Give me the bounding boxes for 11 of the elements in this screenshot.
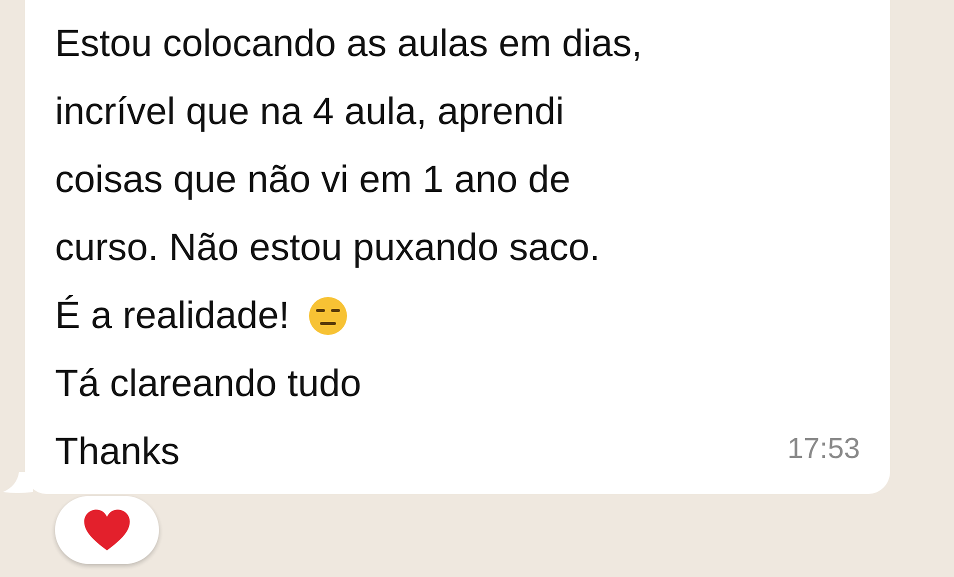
message-text: Tá clareando tudo — [55, 362, 362, 407]
message-text: curso. Não estou puxando saco. — [55, 226, 600, 271]
reaction-pill[interactable] — [55, 496, 159, 564]
message-time: 17:53 — [787, 433, 860, 466]
message-text: Thanks — [55, 430, 180, 475]
heart-icon — [83, 508, 131, 552]
emoji-icon — [308, 296, 348, 336]
message-text: incrível que na 4 aula, aprendi — [55, 90, 564, 135]
message-text: É a realidade! — [55, 294, 290, 339]
message-text: Estou colocando as aulas em dias, — [55, 22, 642, 67]
message-text: coisas que não vi em 1 ano de — [55, 158, 570, 203]
